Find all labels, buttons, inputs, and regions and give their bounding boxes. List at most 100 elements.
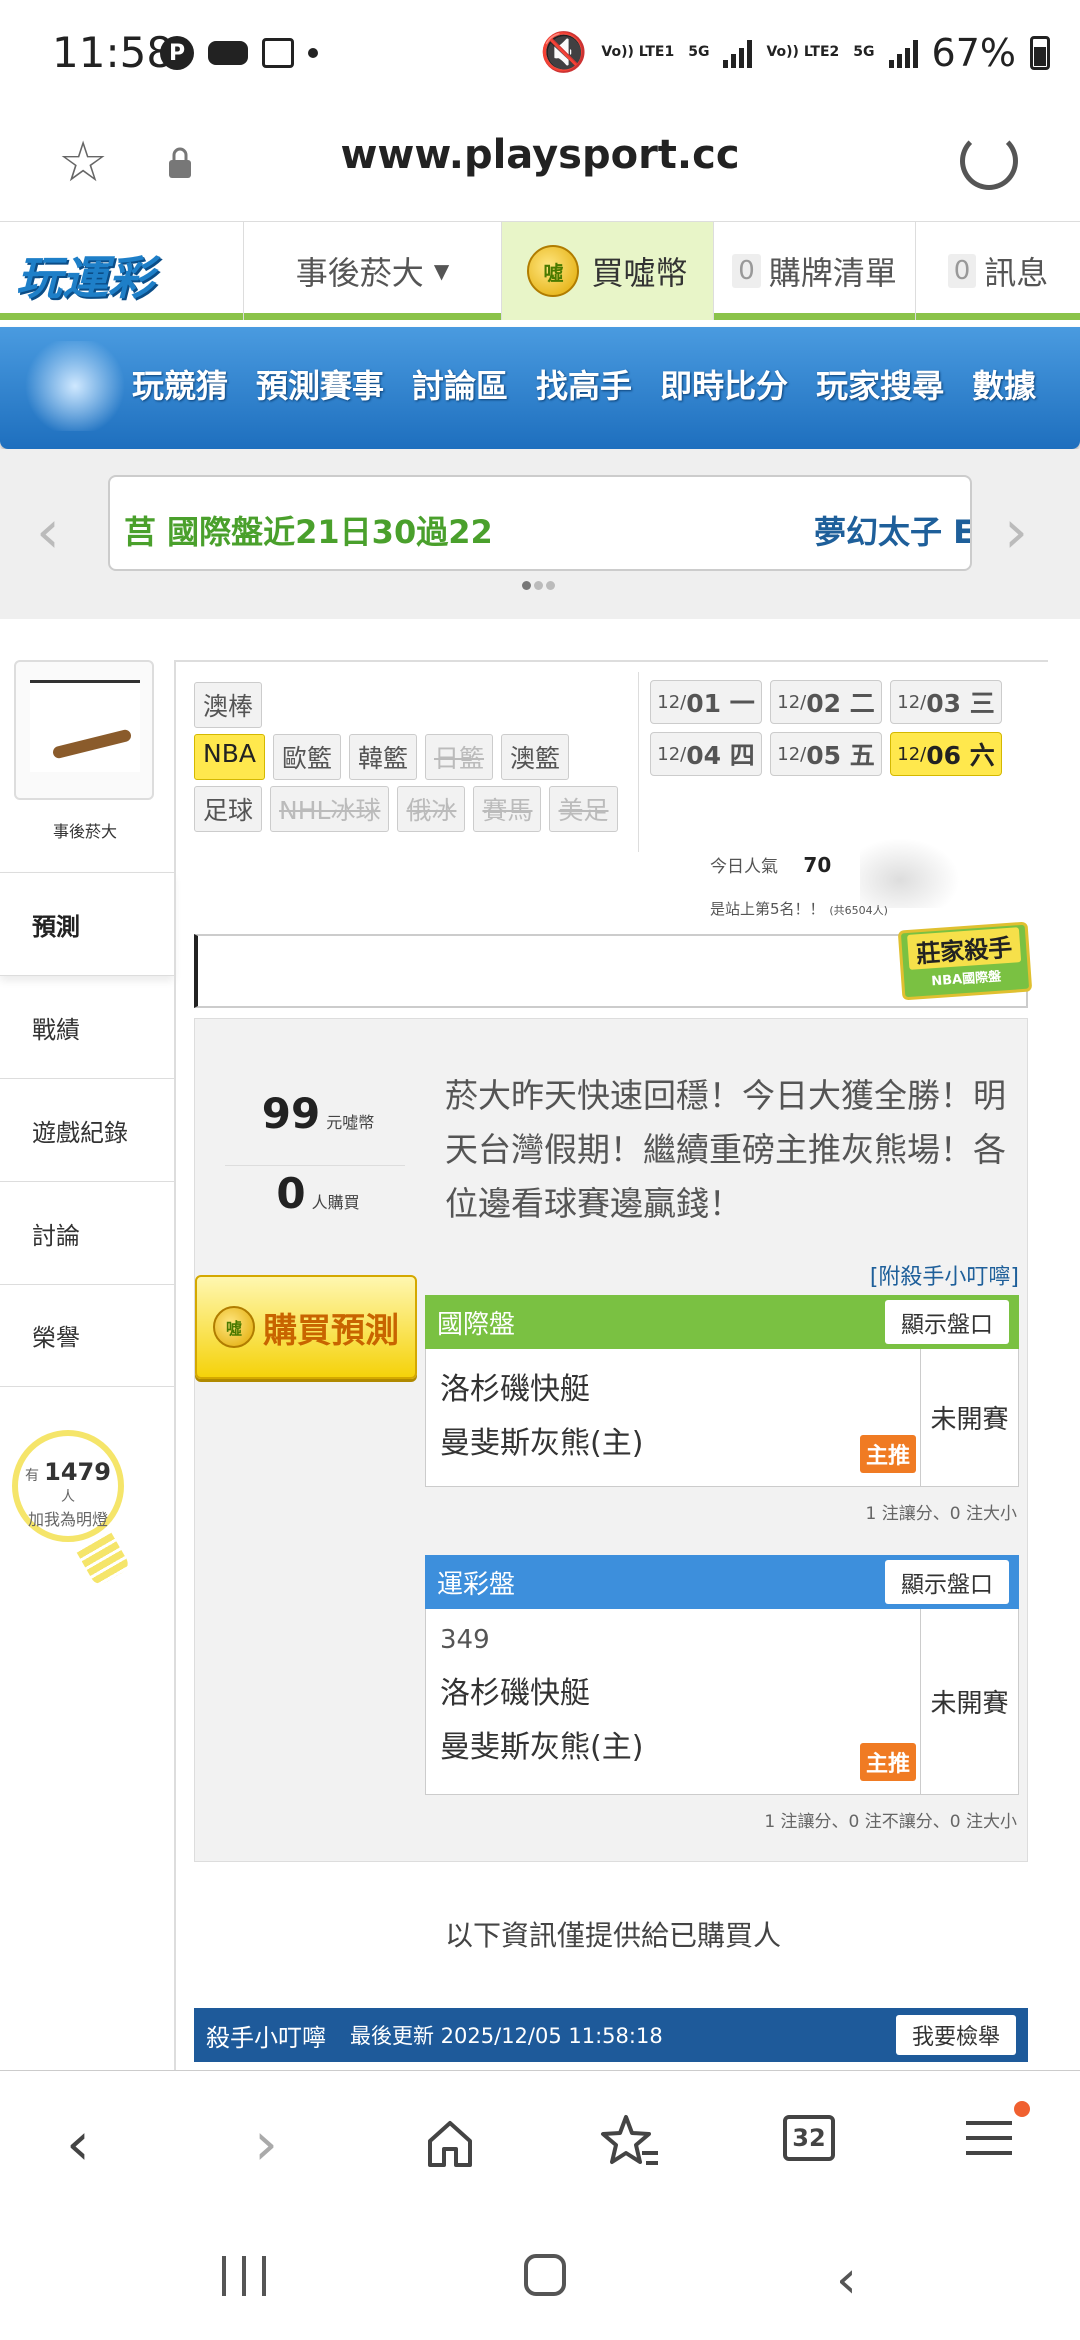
lottery-note: 1 注讓分、0 注不讓分、0 注大小 [764,1812,1017,1832]
sidebar-item-record[interactable]: 戰績 [0,975,174,1078]
nav-item-experts[interactable]: 找高手 [536,361,632,407]
league-tag[interactable]: 澳棒 [194,682,263,728]
league-tag[interactable]: 歐籃 [272,734,341,780]
reload-icon[interactable] [960,132,1018,190]
forward-icon[interactable]: › [254,2109,278,2179]
msg-count: 0 [947,254,977,288]
date-button[interactable]: 12/01 一 [650,680,762,724]
helper-link[interactable]: [附殺手小叮嚀] [870,1259,1019,1291]
show-odds-button[interactable]: 顯示盤口 [885,1300,1009,1344]
caret-down-icon: ▼ [433,259,450,283]
killer-badge-title: 莊家殺手 [907,927,1022,970]
purchaser-info-text: 以下資訊僅提供給已購買人 [444,1919,781,1952]
lamp-text: 加我為明燈 [27,1510,108,1529]
league-tag[interactable]: 韓籃 [348,734,417,780]
status-bar: 11:58 P 🔇 Vo)) LTE1 5G Vo)) LTE2 5G 67% [0,0,1080,110]
tabs-icon[interactable]: 32 [783,2115,835,2161]
show-odds-button[interactable]: 顯示盤口 [885,1560,1009,1604]
recents-icon[interactable] [222,2256,266,2296]
buyers-unit: 人購買 [311,1193,360,1212]
coin-icon: 噓 [527,245,580,297]
main-content: 澳棒 NBA 歐籃 韓籃 日籃 澳籃 足球 NHL冰球 俄冰 賽馬 美足 12/… [174,660,1048,2080]
buy-prediction-button[interactable]: 噓 購買預測 [195,1275,417,1379]
browser-url-bar: ☆ www.playsport.cc [0,110,1080,222]
date-button[interactable]: 12/05 五 [770,732,882,776]
battery-level: 67% [931,30,1016,75]
carousel-text-2: 夢幻太子 E [814,513,972,551]
system-back-icon[interactable]: ‹ [836,2250,857,2310]
sidebar-item-predict[interactable]: 預測 [0,872,174,975]
league-tag[interactable]: 澳籃 [501,734,570,780]
main-pick-tag: 主推 [860,1435,917,1473]
coin-icon: 噓 [213,1306,255,1348]
nav-item-forum[interactable]: 討論區 [412,361,508,407]
sidebar: 事後菸大 預測 戰績 遊戲紀錄 討論 榮譽 有 1479 人 加我為明燈 [0,640,174,2070]
date-button[interactable]: 12/04 四 [650,732,762,776]
nav-item-guess[interactable]: 玩競猜 [132,361,228,407]
killer-tip-title: 殺手小叮嚀 [206,2023,326,2052]
site-logo[interactable]: 玩運彩 [16,242,154,308]
popularity-line: 今日人氣 70 [710,852,831,877]
bookmarks-icon[interactable] [600,2113,662,2171]
league-tag-disabled: 俄冰 [397,786,466,832]
avatar[interactable] [14,660,154,800]
carousel-slide[interactable]: 莒 國際盤近21日30過22 夢幻太子 E [108,475,972,571]
lte2-label: Vo)) LTE2 [766,44,840,60]
report-button[interactable]: 我要檢舉 [895,2015,1016,2055]
carousel-prev-icon[interactable]: ‹ [36,497,60,567]
messages-button[interactable]: 0 訊息 [915,222,1080,320]
league-tag-disabled: 美足 [549,786,618,832]
killer-tip-updated: 最後更新 2025/12/05 11:58:18 [350,2024,663,2048]
lottery-title: 運彩盤 [437,1569,516,1600]
lamp-widget[interactable]: 有 1479 人 加我為明燈 [12,1430,124,1542]
back-icon[interactable]: ‹ [66,2109,90,2179]
nav-item-predict[interactable]: 預測賽事 [256,361,384,407]
price-stat: 99 元噓幣 [213,1089,423,1138]
mute-icon: 🔇 [540,30,588,74]
bulb-icon [76,1532,132,1588]
lottery-odds-box: 運彩盤 顯示盤口 349 洛杉磯快艇 曼斐斯灰熊(主) 主推 未開賽 [425,1555,1019,1795]
sidebar-item-honor[interactable]: 榮譽 [0,1284,174,1387]
rank-line: 是站上第5名！！ (共6504人) [710,898,888,919]
date-button[interactable]: 12/02 二 [770,680,882,724]
date-button[interactable]: 12/03 三 [890,680,1002,724]
lamp-prefix: 有 [25,1468,40,1484]
cart-button[interactable]: 0 購牌清單 [713,222,915,320]
car-icon [208,41,248,65]
status-time: 11:58 [52,28,174,77]
sidebar-item-discuss[interactable]: 討論 [0,1181,174,1284]
buyers-value: 0 [276,1169,306,1218]
signal-icon-2 [888,38,918,68]
league-tag-nba[interactable]: NBA [194,734,265,780]
rank-total: (共6504人) [829,904,888,917]
home-icon[interactable] [424,2117,476,2169]
nav-decoration [20,341,130,431]
nav-item-player-search[interactable]: 玩家搜尋 [816,361,944,407]
league-tag-disabled: NHL冰球 [270,786,390,832]
lottery-header: 運彩盤 顯示盤口 [425,1555,1019,1609]
intl-odds-box: 國際盤 顯示盤口 洛杉磯快艇 曼斐斯灰熊(主) 主推 未開賽 [425,1295,1019,1487]
user-menu[interactable]: 事後菸大 ▼ [243,222,501,320]
signal-icon [723,38,753,68]
nav-item-stats[interactable]: 數據 [972,361,1036,407]
nav-item-live-score[interactable]: 即時比分 [660,361,788,407]
image-icon [262,38,294,68]
cart-count: 0 [732,254,761,288]
carousel-text-1: 莒 國際盤近21日30過22 [124,513,493,551]
killer-badge: 莊家殺手 NBA國際盤 [897,921,1033,1001]
parking-icon: P [160,36,194,70]
carousel-next-icon[interactable]: › [1004,497,1028,567]
carousel: ‹ 莒 國際盤近21日30過22 夢幻太子 E › [0,449,1080,619]
url-text[interactable]: www.playsport.cc [0,132,1080,178]
menu-icon[interactable] [966,2121,1012,2166]
system-home-icon[interactable] [524,2254,566,2296]
cart-label: 購牌清單 [768,254,897,292]
lamp-suffix: 人 [61,1489,75,1505]
date-button-selected[interactable]: 12/06 六 [890,732,1002,776]
buy-coins-button[interactable]: 噓 買噓幣 [501,222,713,320]
killer-tip-bar: 殺手小叮嚀 最後更新 2025/12/05 11:58:18 我要檢舉 [194,2008,1028,2062]
buy-prediction-label: 購買預測 [263,1310,399,1351]
sidebar-item-game-log[interactable]: 遊戲紀錄 [0,1078,174,1181]
league-tag[interactable]: 足球 [194,786,263,832]
price-unit: 元噓幣 [326,1113,375,1132]
